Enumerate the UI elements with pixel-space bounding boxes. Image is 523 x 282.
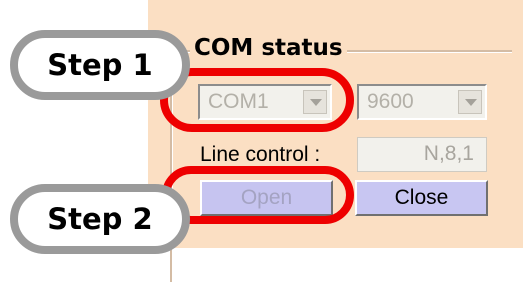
line-control-label: Line control :: [200, 143, 321, 166]
step2-callout: Step 2: [10, 184, 190, 254]
chevron-down-icon[interactable]: [303, 90, 327, 114]
baud-rate-select[interactable]: 9600: [357, 84, 487, 120]
com-port-select[interactable]: COM1: [198, 84, 332, 120]
open-button[interactable]: Open: [200, 180, 333, 216]
chevron-down-icon[interactable]: [458, 90, 482, 114]
close-button[interactable]: Close: [355, 180, 488, 216]
com-port-value: COM1: [208, 90, 269, 113]
com-status-title: COM status: [190, 34, 347, 62]
step1-callout: Step 1: [10, 30, 190, 100]
baud-rate-value: 9600: [367, 90, 414, 113]
line-control-field[interactable]: N,8,1: [357, 137, 487, 172]
